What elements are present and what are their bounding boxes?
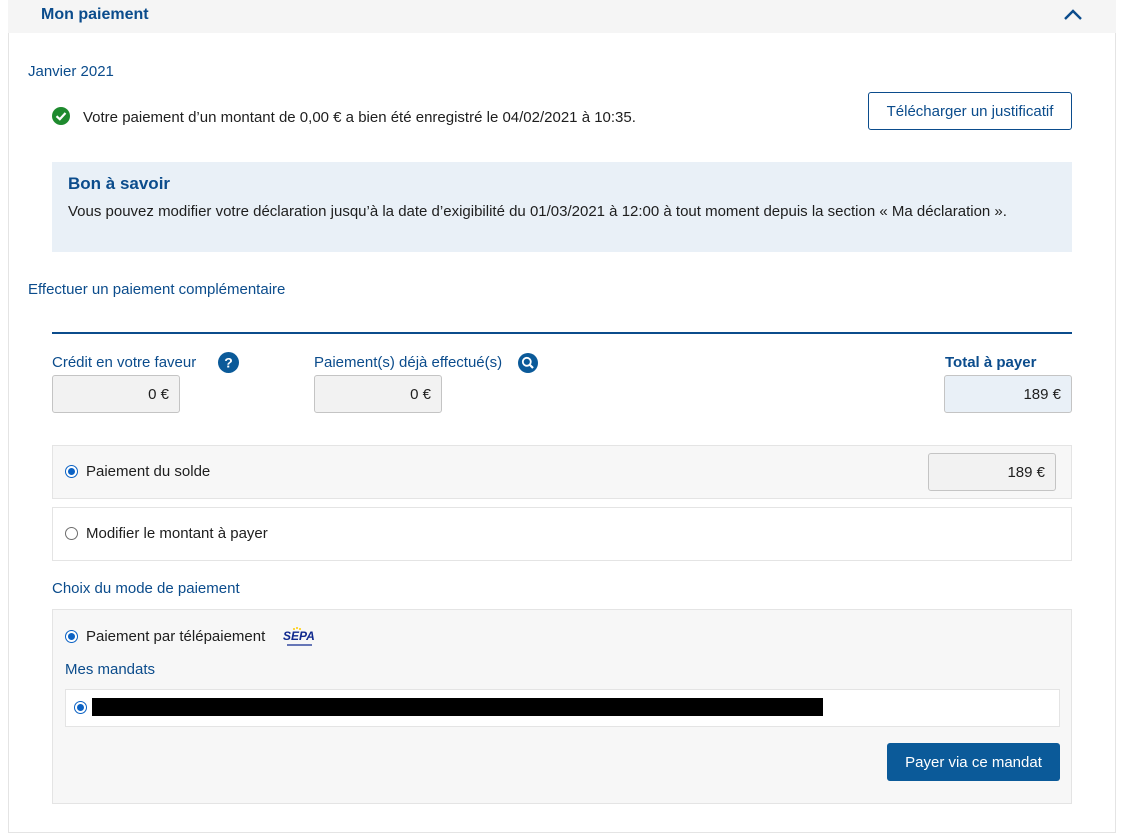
total-amount-field: 189 €	[944, 375, 1072, 413]
telepayment-radio[interactable]	[65, 630, 78, 643]
credit-label: Crédit en votre faveur	[52, 354, 197, 371]
payment-mode-title: Choix du mode de paiement	[52, 580, 240, 597]
telepayment-label: Paiement par télépaiement	[86, 628, 266, 645]
total-label: Total à payer	[945, 354, 1037, 371]
balance-payment-radio[interactable]	[65, 465, 78, 478]
paid-label: Paiement(s) déjà effectué(s)	[314, 354, 503, 371]
help-icon[interactable]: ?	[218, 352, 239, 373]
balance-amount-field: 189 €	[928, 453, 1056, 491]
paid-amount-field: 0 €	[314, 375, 442, 413]
modify-amount-label: Modifier le montant à payer	[86, 525, 268, 542]
panel-title: Mon paiement	[41, 6, 149, 23]
svg-text:SEPA: SEPA	[283, 629, 315, 643]
info-text: Vous pouvez modifier votre déclaration j…	[68, 203, 1007, 220]
info-box: Bon à savoir Vous pouvez modifier votre …	[52, 162, 1072, 252]
chevron-up-icon[interactable]	[1062, 6, 1084, 24]
balance-payment-option[interactable]: Paiement du solde 189 €	[52, 445, 1072, 499]
panel-header[interactable]	[8, 0, 1116, 33]
payment-month: Janvier 2021	[28, 63, 114, 80]
svg-text:?: ?	[224, 355, 233, 371]
balance-payment-label: Paiement du solde	[86, 463, 211, 480]
additional-payment-link[interactable]: Effectuer un paiement complémentaire	[28, 281, 285, 298]
search-icon[interactable]	[518, 353, 538, 373]
mandate-radio[interactable]	[74, 701, 87, 714]
pay-via-mandate-button[interactable]: Payer via ce mandat	[887, 743, 1060, 781]
modify-amount-radio[interactable]	[65, 527, 78, 540]
payment-confirmation: Votre paiement d’un montant de 0,00 € a …	[83, 109, 636, 126]
download-receipt-button[interactable]: Télécharger un justificatif	[868, 92, 1072, 130]
modify-amount-option[interactable]: Modifier le montant à payer	[52, 507, 1072, 561]
divider	[52, 332, 1072, 334]
mandates-title: Mes mandats	[65, 661, 156, 678]
redacted-mandate	[92, 698, 823, 716]
mandate-row[interactable]	[65, 689, 1060, 727]
check-circle-icon	[52, 107, 70, 125]
info-title: Bon à savoir	[68, 174, 171, 193]
credit-amount-field: 0 €	[52, 375, 180, 413]
sepa-logo: SEPA	[283, 627, 315, 646]
payment-mode-box: Paiement par télépaiement SEPA Mes manda…	[52, 609, 1072, 804]
